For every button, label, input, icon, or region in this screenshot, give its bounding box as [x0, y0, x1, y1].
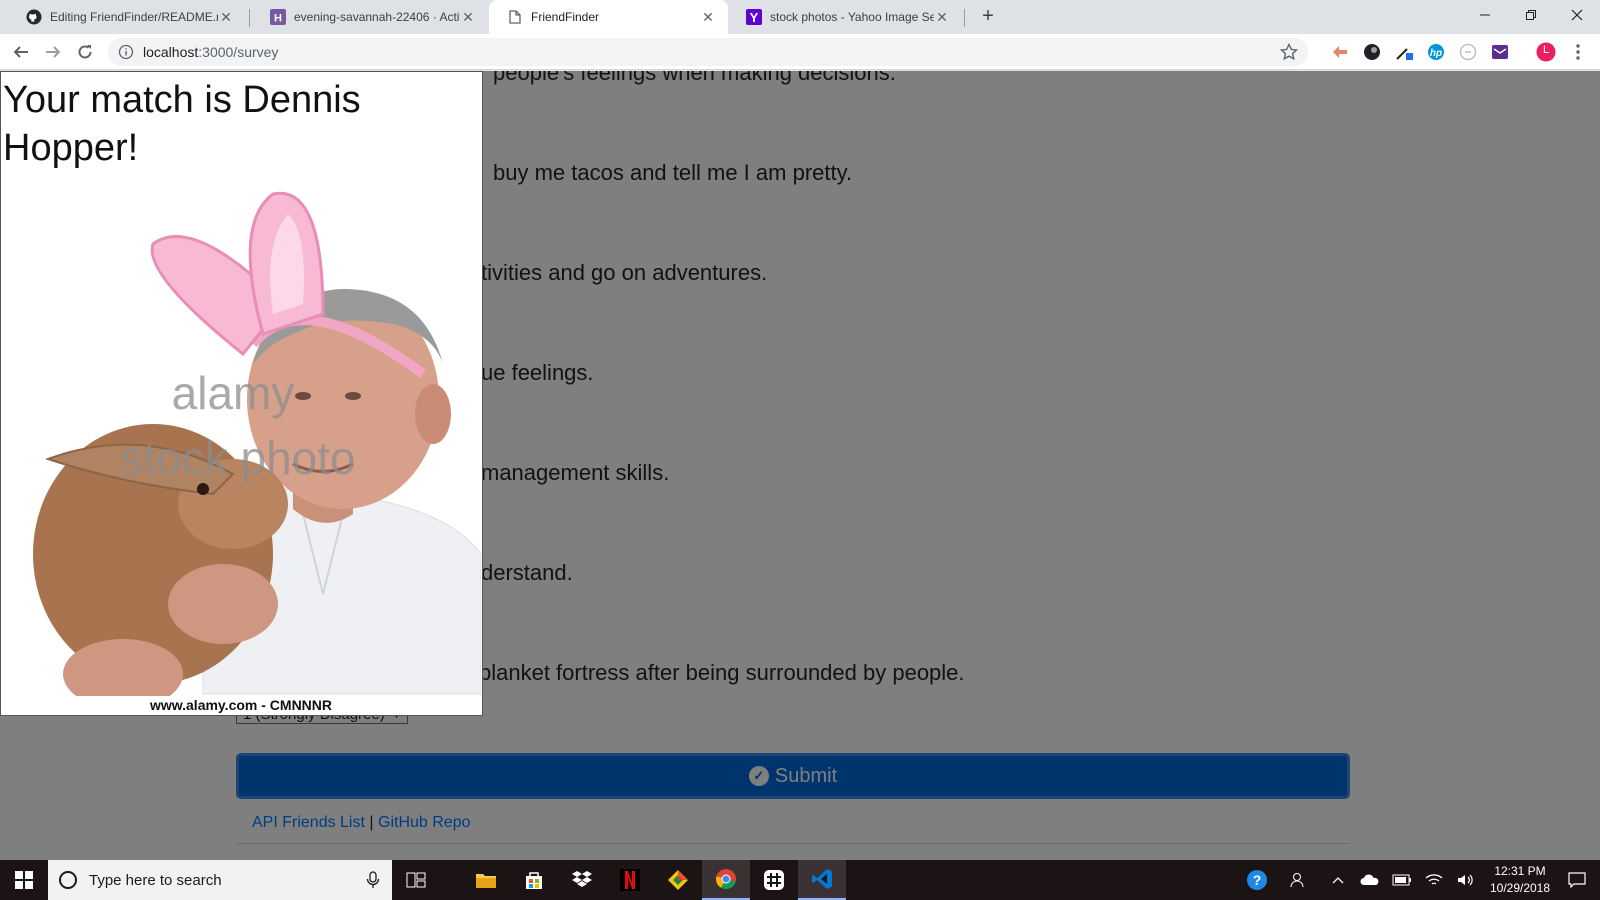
chrome-icon: [715, 869, 736, 890]
match-modal: Your match is Dennis Hopper! alamy stock…: [0, 71, 483, 716]
url-path: :3000/survey: [198, 44, 279, 60]
minimize-icon: [1480, 14, 1490, 16]
people-tray-icon[interactable]: [1284, 860, 1314, 900]
store-icon: [526, 872, 542, 889]
close-icon[interactable]: ✕: [700, 9, 716, 26]
taskbar-search[interactable]: Type here to search: [48, 860, 392, 900]
tab-strip: Editing FriendFinder/README.md ✕ H eveni…: [0, 0, 1600, 34]
watermark-alamy: alamy: [172, 367, 295, 419]
dropbox-button[interactable]: [558, 860, 606, 900]
tab-separator: [964, 9, 965, 27]
file-explorer-button[interactable]: [462, 860, 510, 900]
slack-button[interactable]: [750, 860, 798, 900]
extension-grey-icon[interactable]: [1458, 42, 1478, 62]
extension-eyedropper-icon[interactable]: [1394, 42, 1414, 62]
url-host: localhost: [143, 44, 199, 60]
extension-dark-circle-icon[interactable]: [1362, 42, 1382, 62]
chrome-taskbar-button[interactable]: [702, 860, 750, 900]
hp-icon[interactable]: hp: [1426, 42, 1446, 62]
git-diamond-icon: [668, 870, 688, 890]
reload-button[interactable]: [71, 38, 99, 66]
windows-taskbar: Type here to search ? 12:31 PM 10/29/201…: [0, 860, 1600, 900]
tab-github-readme[interactable]: Editing FriendFinder/README.md ✕: [8, 0, 246, 34]
git-app-button[interactable]: [654, 860, 702, 900]
profile-initial: L: [1542, 44, 1550, 56]
github-icon: [26, 9, 42, 25]
page-viewport: people's feelings when making decisions.…: [0, 71, 1600, 860]
start-button[interactable]: [0, 860, 48, 900]
svg-text:H: H: [274, 13, 282, 25]
taskbar-clock[interactable]: 12:31 PM 10/29/2018: [1484, 863, 1556, 897]
extension-mail-icon[interactable]: [1490, 42, 1510, 62]
action-center-icon[interactable]: [1562, 860, 1592, 900]
heroku-icon: H: [270, 9, 286, 25]
tab-heroku-activity[interactable]: H evening-savannah-22406 · Activity ✕: [252, 0, 488, 34]
profile-avatar[interactable]: L: [1536, 42, 1556, 62]
reload-icon: [78, 45, 92, 59]
chrome-menu-icon[interactable]: [1568, 42, 1588, 62]
windows-logo-icon: [15, 871, 33, 889]
photo-credit: www.alamy.com - CMNNNR: [149, 697, 332, 713]
info-icon: [118, 44, 134, 60]
back-button[interactable]: [7, 38, 35, 66]
tab-title: stock photos - Yahoo Image Search: [770, 10, 934, 24]
folder-icon: [476, 874, 496, 888]
bookmark-star-icon[interactable]: [1280, 43, 1298, 61]
store-button[interactable]: [510, 860, 558, 900]
forward-button[interactable]: [39, 38, 67, 66]
tab-title: FriendFinder: [531, 10, 600, 24]
task-view-icon: [406, 872, 426, 888]
clock-time: 12:31 PM: [1494, 864, 1546, 878]
minimize-button[interactable]: [1462, 0, 1508, 30]
netflix-button[interactable]: [606, 860, 654, 900]
volume-icon[interactable]: [1454, 860, 1478, 900]
close-window-icon: [1571, 9, 1583, 21]
back-arrow-icon: [13, 46, 28, 58]
close-window-button[interactable]: [1554, 0, 1600, 30]
netflix-icon: [620, 869, 640, 891]
watermark-stock-photo: stock photo: [120, 432, 355, 484]
cortana-icon: [59, 871, 77, 889]
dropbox-icon: [572, 871, 592, 887]
wifi-icon[interactable]: [1422, 860, 1446, 900]
url-text: localhost:3000/survey: [143, 44, 278, 60]
match-title: Your match is Dennis Hopper!: [3, 79, 361, 169]
tab-friendfinder[interactable]: FriendFinder ✕: [489, 0, 728, 34]
vscode-icon: [812, 869, 832, 889]
onedrive-icon[interactable]: [1358, 860, 1382, 900]
slack-icon: [764, 870, 784, 890]
battery-icon[interactable]: [1390, 860, 1414, 900]
restore-button[interactable]: [1508, 0, 1554, 30]
close-icon[interactable]: ✕: [460, 9, 476, 26]
search-placeholder: Type here to search: [89, 871, 222, 889]
close-icon[interactable]: ✕: [934, 9, 950, 26]
restore-icon: [1526, 10, 1536, 20]
page-icon: [507, 9, 523, 25]
vscode-button[interactable]: [798, 860, 846, 900]
tab-title: evening-savannah-22406 · Activity: [294, 10, 460, 24]
address-bar[interactable]: localhost:3000/survey: [108, 38, 1308, 66]
tab-yahoo-images[interactable]: Y stock photos - Yahoo Image Search ✕: [728, 0, 962, 34]
tab-title: Editing FriendFinder/README.md: [50, 10, 218, 24]
forward-arrow-icon: [46, 46, 61, 58]
svg-text:hp: hp: [1430, 48, 1442, 59]
new-tab-button[interactable]: +: [977, 6, 999, 28]
browser-toolbar: localhost:3000/survey hp L: [0, 34, 1600, 70]
svg-text:?: ?: [1253, 872, 1262, 888]
help-tray-icon[interactable]: ?: [1242, 860, 1272, 900]
yahoo-icon: Y: [746, 9, 762, 25]
chevron-up-icon[interactable]: [1326, 860, 1350, 900]
extension-icon[interactable]: [1330, 42, 1350, 62]
clock-date: 10/29/2018: [1489, 881, 1551, 895]
task-view-button[interactable]: [392, 860, 440, 900]
microphone-icon[interactable]: [366, 871, 380, 889]
svg-text:Y: Y: [750, 10, 759, 25]
tab-separator: [249, 9, 250, 27]
close-icon[interactable]: ✕: [218, 9, 234, 26]
match-photo: alamy stock photo www.alamy.com - CMNNNR: [3, 174, 481, 714]
